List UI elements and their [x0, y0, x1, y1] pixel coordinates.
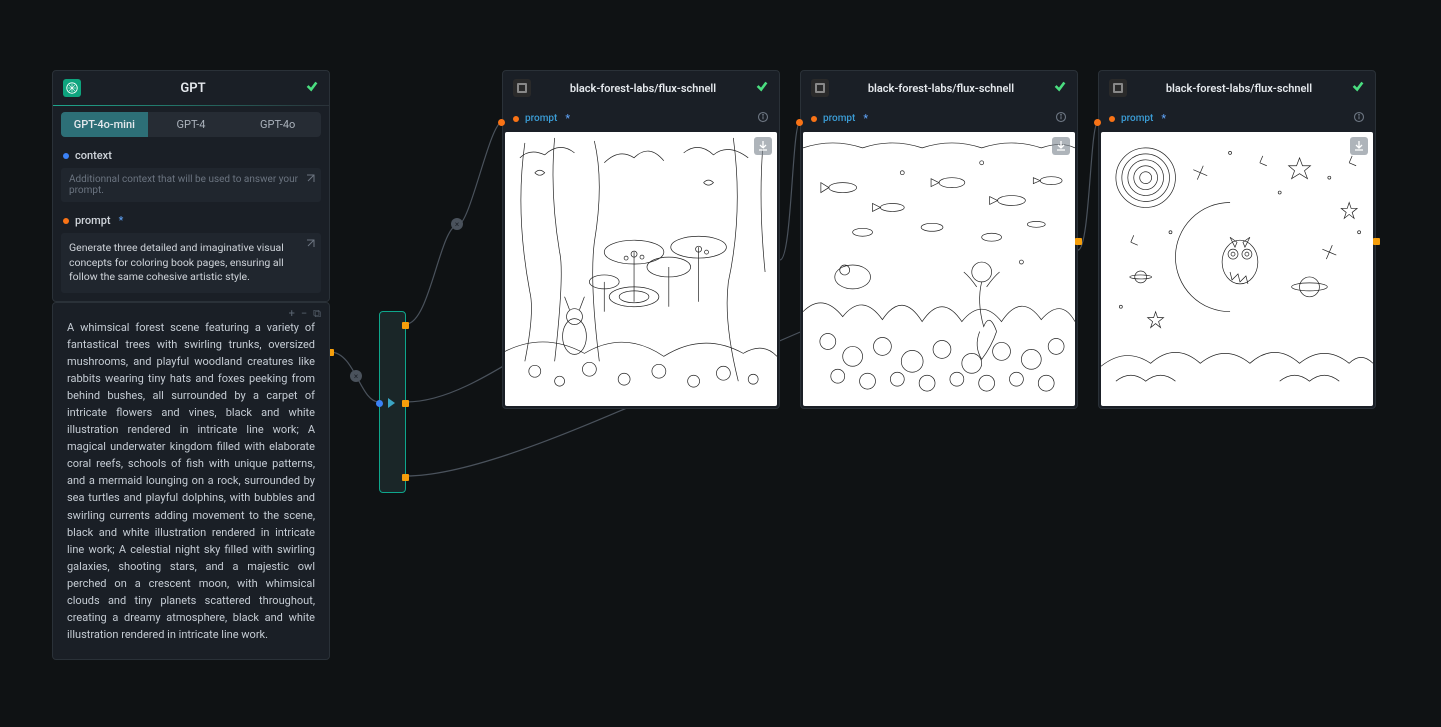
flux-node-1[interactable]: black-forest-labs/flux-schnell prompt *: [502, 70, 780, 409]
status-check-icon: [1351, 79, 1365, 97]
context-label: context: [75, 149, 112, 162]
download-icon[interactable]: [754, 137, 772, 155]
context-placeholder: Additionnal context that will be used to…: [69, 174, 298, 196]
flux-output-port[interactable]: [1373, 238, 1380, 245]
flux-node-title: black-forest-labs/flux-schnell: [837, 82, 1045, 95]
splitter-output-port-2[interactable]: [402, 474, 409, 481]
minimize-icon[interactable]: −: [301, 307, 307, 321]
edge-delete-button[interactable]: ×: [350, 370, 362, 382]
download-icon[interactable]: [1052, 137, 1070, 155]
context-input[interactable]: Additionnal context that will be used to…: [61, 168, 321, 202]
gpt-output-text: A whimsical forest scene featuring a var…: [67, 319, 315, 643]
flux-logo-icon: [513, 79, 531, 97]
context-param: context: [53, 145, 329, 166]
edge-delete-button[interactable]: ×: [451, 218, 463, 230]
download-icon[interactable]: [1350, 137, 1368, 155]
gpt-output-node[interactable]: + − ⧉ A whimsical forest scene featuring…: [52, 302, 330, 660]
required-star-icon: *: [565, 112, 570, 125]
play-icon: [388, 398, 395, 408]
prompt-param: prompt *: [53, 210, 329, 231]
copy-icon[interactable]: ⧉: [313, 307, 321, 321]
flux-node-header: black-forest-labs/flux-schnell: [503, 71, 779, 105]
flux-output-image-celestial[interactable]: [1101, 132, 1373, 406]
tab-gpt4[interactable]: GPT-4: [148, 112, 235, 137]
flux-input-port[interactable]: [498, 119, 505, 126]
flux-node-title: black-forest-labs/flux-schnell: [539, 82, 747, 95]
status-check-icon: [305, 79, 319, 97]
info-icon[interactable]: [1353, 111, 1365, 126]
status-check-icon: [1053, 79, 1067, 97]
required-star-icon: *: [119, 214, 124, 227]
output-controls: + − ⧉: [289, 307, 321, 321]
flux-node-title: black-forest-labs/flux-schnell: [1135, 82, 1343, 95]
flux-node-2[interactable]: black-forest-labs/flux-schnell prompt *: [800, 70, 1078, 409]
flux-node-header: black-forest-labs/flux-schnell: [1099, 71, 1375, 105]
flux-prompt-label: prompt: [823, 113, 855, 124]
context-port-icon: [63, 153, 69, 159]
flux-output-image-forest[interactable]: [505, 132, 777, 406]
prompt-port-icon: [811, 116, 817, 122]
flux-output-image-underwater[interactable]: [803, 132, 1075, 406]
required-star-icon: *: [1161, 112, 1166, 125]
tab-gpt4o-mini[interactable]: GPT-4o-mini: [61, 112, 148, 137]
node-canvas[interactable]: × × GPT GPT-4o-mini GPT-4 GPT-4o context…: [0, 0, 1441, 727]
prompt-port-icon: [513, 116, 519, 122]
info-icon[interactable]: [757, 111, 769, 126]
expand-icon[interactable]: [305, 174, 315, 184]
flux-prompt-label: prompt: [525, 113, 557, 124]
flux-prompt-row: prompt *: [1099, 105, 1375, 132]
prompt-input[interactable]: Generate three detailed and imaginative …: [61, 233, 321, 293]
flux-prompt-label: prompt: [1121, 113, 1153, 124]
status-check-icon: [755, 79, 769, 97]
gpt-node-title: GPT: [89, 81, 297, 96]
flux-output-port[interactable]: [1075, 238, 1082, 245]
underwater-illustration: [803, 132, 1075, 406]
flux-logo-icon: [811, 79, 829, 97]
prompt-port-icon: [1109, 116, 1115, 122]
collapse-icon[interactable]: +: [289, 307, 295, 321]
splitter-input-port[interactable]: [376, 400, 383, 407]
tab-gpt4o[interactable]: GPT-4o: [234, 112, 321, 137]
info-icon[interactable]: [1055, 111, 1067, 126]
prompt-value: Generate three detailed and imaginative …: [69, 241, 284, 283]
splitter-output-port-1[interactable]: [402, 400, 409, 407]
gpt-logo-icon: [63, 79, 81, 97]
model-tabs: GPT-4o-mini GPT-4 GPT-4o: [61, 112, 321, 137]
celestial-illustration: [1101, 132, 1373, 406]
splitter-output-port-0[interactable]: [402, 322, 409, 329]
splitter-node[interactable]: [379, 311, 406, 493]
prompt-port-icon: [63, 218, 69, 224]
divider: [53, 105, 329, 106]
gpt-node[interactable]: GPT GPT-4o-mini GPT-4 GPT-4o context Add…: [52, 70, 330, 302]
flux-prompt-row: prompt *: [503, 105, 779, 132]
flux-input-port[interactable]: [796, 119, 803, 126]
gpt-node-header: GPT: [53, 71, 329, 105]
forest-illustration: [505, 132, 777, 406]
flux-logo-icon: [1109, 79, 1127, 97]
flux-node-header: black-forest-labs/flux-schnell: [801, 71, 1077, 105]
flux-input-port[interactable]: [1094, 119, 1101, 126]
expand-icon[interactable]: [305, 239, 315, 249]
prompt-label: prompt: [75, 214, 111, 227]
required-star-icon: *: [863, 112, 868, 125]
flux-prompt-row: prompt *: [801, 105, 1077, 132]
flux-node-3[interactable]: black-forest-labs/flux-schnell prompt *: [1098, 70, 1376, 409]
